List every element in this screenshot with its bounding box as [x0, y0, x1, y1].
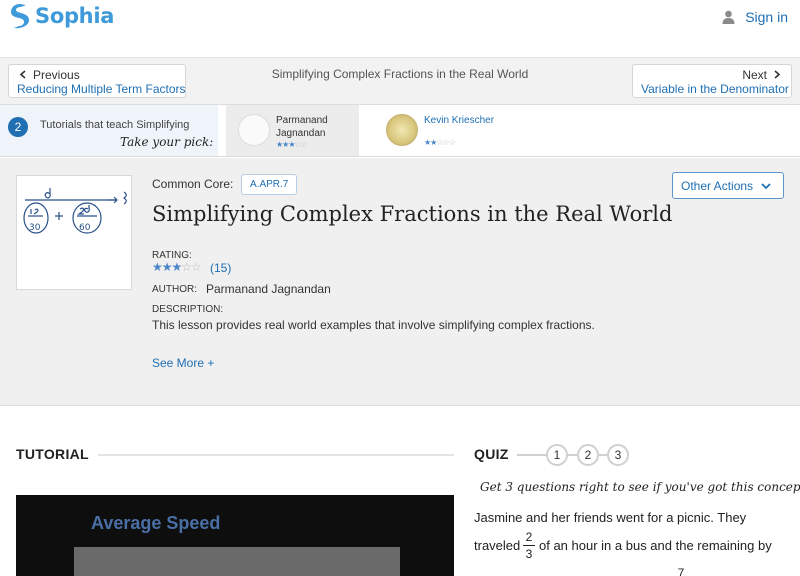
previous-title: Reducing Multiple Term Factors — [17, 82, 186, 96]
lesson-thumbnail[interactable]: 30 60 — [16, 175, 132, 290]
quiz-question-text: traveled — [474, 538, 521, 553]
quiz-question-text: of an hour in a bus and the remaining by — [539, 538, 772, 553]
tutorial-heading: TUTORIAL — [16, 446, 89, 462]
sign-in-label: Sign in — [745, 9, 788, 25]
tutor-name: Kevin Kriescher — [424, 115, 495, 126]
divider — [517, 454, 547, 456]
quiz-question-text: Jasmine and her friends went for a picni… — [474, 510, 747, 525]
tutorial-card[interactable]: Parmanand Jagnandan ★★★☆☆ — [226, 105, 359, 156]
user-icon — [722, 10, 735, 24]
fraction-numerator: 2 — [525, 530, 533, 544]
author-label: AUTHOR: — [152, 284, 197, 295]
handwritten-fractions-image: 30 60 — [23, 188, 127, 234]
lesson-title: Simplifying Complex Fractions in the Rea… — [152, 202, 673, 226]
sophia-logo[interactable]: Sophia — [10, 3, 114, 29]
next-label: Next — [742, 68, 783, 82]
tutor-name: Parmanand Jagnandan — [276, 115, 328, 139]
quiz-question-1[interactable]: 1 — [546, 444, 568, 466]
other-actions-label: Other Actions — [681, 179, 754, 193]
sophia-logo-icon — [11, 4, 29, 29]
avatar — [386, 114, 418, 146]
quiz-heading: QUIZ — [474, 446, 509, 462]
fraction-denominator: 3 — [525, 547, 533, 561]
take-your-pick: Take your pick: — [120, 135, 214, 149]
avatar — [238, 114, 270, 146]
svg-text:30: 30 — [29, 223, 41, 233]
see-more-link[interactable]: See More + — [152, 356, 214, 370]
quiz-instructions: Get 3 questions right to see if you've g… — [480, 480, 800, 494]
site-header: Sophia Sign in — [0, 0, 800, 58]
lesson-navigation: Previous Reducing Multiple Term Factors … — [0, 58, 800, 104]
lesson-description: This lesson provides real world examples… — [152, 318, 595, 332]
svg-text:60: 60 — [79, 223, 91, 233]
tutorial-card[interactable]: Kevin Kriescher ★★☆☆☆ — [378, 105, 548, 156]
chevron-right-icon — [774, 70, 781, 79]
video-frame — [74, 547, 400, 576]
brand-name: Sophia — [35, 4, 115, 28]
chevron-down-icon — [761, 183, 771, 190]
lesson-info: 30 60 Common Core: A.APR.7 Other Actions… — [0, 158, 800, 406]
fraction-numerator: 7 — [677, 566, 685, 576]
sign-in-link[interactable]: Sign in — [722, 9, 788, 25]
fraction-bar — [523, 545, 535, 546]
tutorials-header: 2 Tutorials that teach Simplifying Take … — [0, 105, 218, 156]
rating-stars: ★★☆☆☆ — [424, 138, 456, 147]
rating-stars[interactable]: ★★★☆☆ — [152, 260, 202, 274]
quiz-question-3[interactable]: 3 — [607, 444, 629, 466]
author-name: Parmanand Jagnandan — [206, 282, 331, 296]
quiz-question-2[interactable]: 2 — [577, 444, 599, 466]
video-title: Average Speed — [91, 513, 221, 533]
fraction: 2 3 — [523, 530, 535, 561]
rating-count[interactable]: (15) — [210, 261, 231, 275]
tutorial-count-badge: 2 — [8, 117, 28, 137]
next-title: Variable in the Denominator — [641, 82, 789, 96]
divider — [98, 454, 454, 456]
tutorials-strip: 2 Tutorials that teach Simplifying Take … — [0, 104, 800, 157]
tutorials-title: Tutorials that teach Simplifying — [40, 119, 190, 131]
video-player[interactable]: Average Speed — [16, 495, 454, 576]
description-label: DESCRIPTION: — [152, 304, 224, 315]
common-core-label: Common Core: — [152, 177, 234, 191]
other-actions-dropdown[interactable]: Other Actions — [672, 172, 784, 199]
next-button[interactable]: Next Variable in the Denominator — [632, 64, 792, 98]
rating-stars: ★★★☆☆ — [276, 140, 308, 149]
standard-badge[interactable]: A.APR.7 — [241, 174, 298, 195]
